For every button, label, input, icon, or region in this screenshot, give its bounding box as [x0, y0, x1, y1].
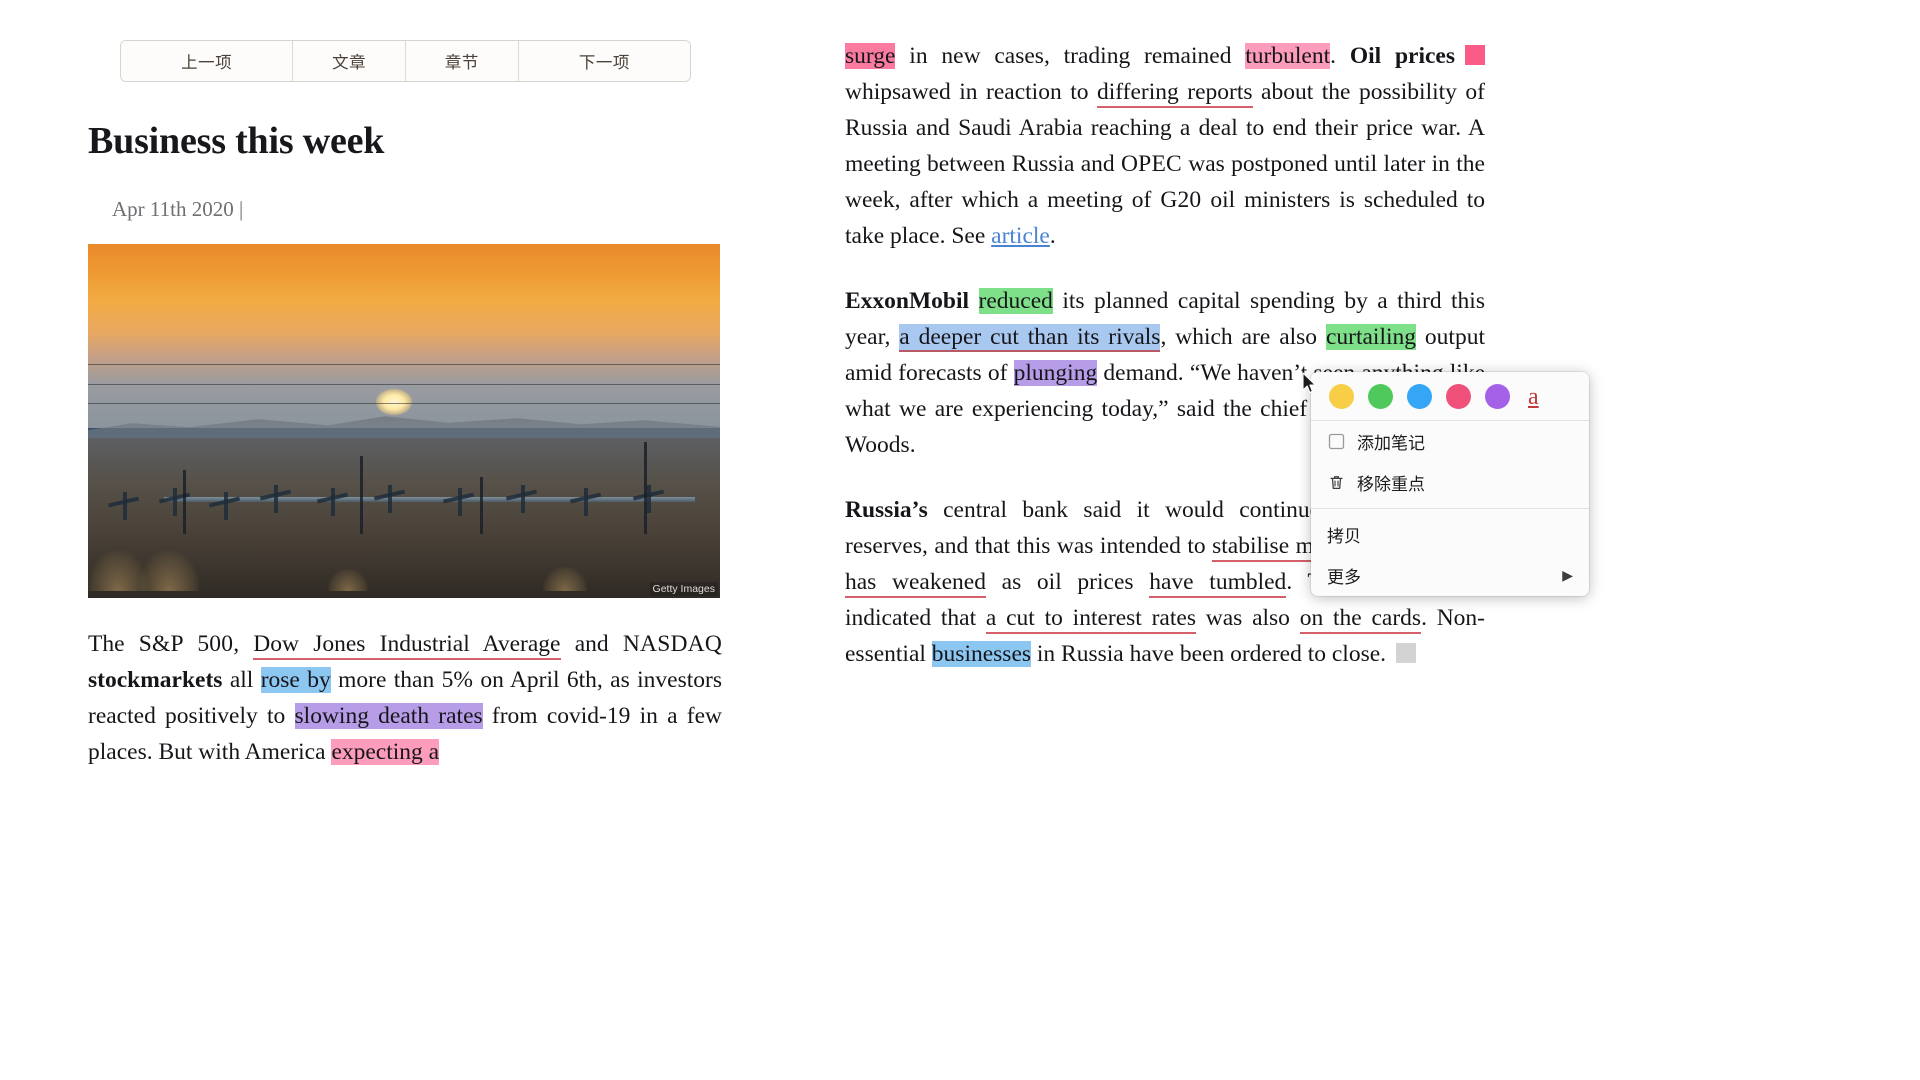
nav-button-chapter[interactable]: 章节	[406, 41, 519, 81]
text-run: , which are also	[1160, 324, 1326, 350]
selected-text-a-deeper-cut[interactable]: a deeper cut than its rivals	[899, 324, 1161, 352]
hero-sun	[375, 388, 412, 415]
menu-item-add-note[interactable]: 添加笔记	[1311, 421, 1589, 462]
swatch-blue-icon[interactable]	[1407, 384, 1432, 409]
hero-powerline-3	[88, 402, 720, 404]
swatch-pink-icon[interactable]	[1446, 384, 1471, 409]
article-reader-page: 上一项 文章 章节 下一项 Business this week Apr 11t…	[0, 0, 1920, 1080]
highlight-context-menu[interactable]: a 添加笔记 移除重点 拷贝 更多 ▶	[1311, 372, 1589, 596]
nav-button-prev[interactable]: 上一项	[121, 41, 294, 81]
left-body-paragraph: The S&P 500, Dow Jones Industrial Averag…	[88, 626, 722, 770]
hero-derrick	[182, 470, 186, 534]
menu-label-remove-highlight: 移除重点	[1357, 475, 1425, 494]
hero-powerline-2	[88, 383, 720, 385]
swatch-yellow-icon[interactable]	[1329, 384, 1354, 409]
hero-powerline-1	[88, 364, 720, 366]
navigation-tab-bar: 上一项 文章 章节 下一项	[120, 40, 691, 82]
menu-label-copy: 拷贝	[1327, 527, 1361, 546]
hero-pumpjack	[372, 484, 406, 513]
highlight-surge[interactable]: surge	[845, 43, 896, 69]
small-caps-opec: OPEC	[1121, 151, 1182, 177]
highlight-rose-by[interactable]: rose by	[260, 666, 331, 693]
underlined-dow-jones[interactable]: Dow Jones Industrial Average	[253, 630, 561, 660]
hero-pumpjack	[208, 491, 242, 520]
underlined-cut-interest-rates[interactable]: a cut to interest rates	[985, 605, 1196, 634]
page-title: Business this week	[88, 120, 385, 162]
hero-pumpjack	[107, 491, 141, 520]
bold-oil-prices: Oil prices	[1349, 43, 1456, 69]
text-run: .	[1330, 43, 1350, 69]
small-caps-sp500: S&P 500	[138, 630, 234, 657]
link-article[interactable]: article	[991, 223, 1050, 249]
underline-style-icon[interactable]: a	[1528, 385, 1539, 409]
hero-pumpjack	[259, 484, 293, 513]
margin-marker-gray[interactable]	[1396, 643, 1417, 663]
nav-label-next: 下一项	[578, 54, 630, 72]
nav-label-article: 文章	[332, 54, 367, 72]
hero-pumpjack	[158, 488, 192, 517]
highlight-curtailing[interactable]: curtailing	[1325, 324, 1417, 350]
menu-item-remove-highlight[interactable]: 移除重点	[1311, 462, 1589, 503]
nav-button-article[interactable]: 文章	[293, 41, 406, 81]
highlight-reduced[interactable]: reduced	[978, 288, 1053, 314]
underlined-have-tumbled[interactable]: have tumbled	[1149, 569, 1287, 598]
underlined-differing-reports[interactable]: differing reports	[1096, 79, 1253, 108]
hero-pumpjack	[442, 488, 476, 517]
swatch-purple-icon[interactable]	[1485, 384, 1510, 409]
image-credit: Getty Images	[649, 581, 718, 596]
hero-pumpjack	[632, 484, 666, 513]
nav-button-next[interactable]: 下一项	[518, 41, 690, 81]
nav-label-chapter: 章节	[444, 54, 479, 72]
text-run: The	[88, 630, 139, 657]
menu-label-more: 更多	[1327, 568, 1361, 587]
text-run: all	[222, 666, 261, 693]
left-column: 上一项 文章 章节 下一项 Business this week Apr 11t…	[88, 40, 728, 770]
swatch-green-icon[interactable]	[1368, 384, 1393, 409]
bold-stockmarkets: stockmarkets	[88, 666, 223, 693]
highlight-expecting-a[interactable]: expecting a	[331, 738, 440, 765]
highlight-plunging[interactable]: plunging	[1013, 360, 1098, 386]
menu-label-add-note: 添加笔记	[1357, 434, 1425, 453]
margin-marker-pink[interactable]	[1465, 45, 1486, 65]
hero-brush	[328, 568, 369, 591]
text-run: in Russia have been ordered to close.	[1031, 641, 1387, 667]
highlight-businesses[interactable]: businesses	[931, 641, 1032, 667]
text-run: as oil prices	[985, 569, 1150, 595]
hero-derrick	[479, 477, 483, 534]
trash-icon	[1327, 473, 1346, 492]
text-run: was also	[1195, 605, 1300, 631]
underlined-on-the-cards[interactable]: on the cards	[1299, 605, 1422, 634]
article-date: Apr 11th 2020 |	[112, 196, 244, 221]
hero-pumpjack	[568, 488, 602, 517]
text-run: ,	[233, 630, 254, 657]
text-run: whipsawed in reaction to	[845, 79, 1097, 105]
highlight-slowing-death-rates[interactable]: slowing death rates	[294, 702, 483, 729]
menu-divider	[1311, 508, 1589, 509]
hero-pumpjack	[505, 484, 539, 513]
bold-exxonmobil: ExxonMobil	[845, 288, 970, 314]
hero-derrick	[644, 441, 648, 534]
hero-brush	[543, 566, 588, 591]
menu-item-copy[interactable]: 拷贝	[1311, 514, 1589, 555]
text-run	[969, 288, 978, 314]
hero-derrick	[359, 456, 363, 534]
text-run: .	[1049, 223, 1056, 249]
menu-item-more[interactable]: 更多 ▶	[1311, 555, 1589, 596]
small-caps-g20: G20	[1160, 187, 1202, 213]
hero-brush	[138, 550, 199, 591]
bold-russias: Russia’s	[845, 497, 928, 523]
hero-pipeline	[163, 497, 695, 503]
chevron-right-icon: ▶	[1562, 567, 1573, 583]
nav-label-prev: 上一项	[181, 54, 233, 72]
color-swatch-row: a	[1311, 372, 1589, 421]
text-run: in new cases, trading remained	[895, 43, 1246, 69]
hero-pumpjack	[316, 488, 350, 517]
small-caps-nasdaq: NASDAQ	[622, 630, 723, 657]
text-run: and	[560, 630, 623, 657]
highlight-turbulent[interactable]: turbulent	[1245, 43, 1331, 69]
note-icon	[1327, 432, 1346, 451]
hero-image: Getty Images	[88, 243, 720, 598]
paragraph-oil-prices: surge in new cases, trading remained tur…	[845, 38, 1486, 254]
